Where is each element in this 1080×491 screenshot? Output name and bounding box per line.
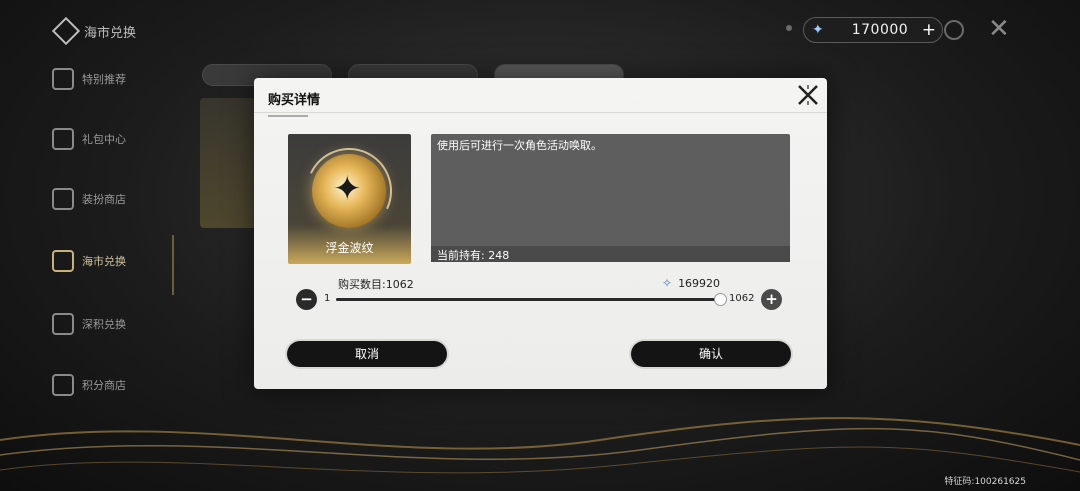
shield-icon <box>52 313 74 335</box>
currency-display: ✦ 170000 + <box>803 17 943 43</box>
nav-item-outfit[interactable]: 装扮商店 <box>52 188 126 210</box>
increase-quantity-button[interactable]: + <box>761 289 782 310</box>
decrease-quantity-button[interactable]: − <box>296 289 317 310</box>
slider-fill <box>336 298 720 301</box>
slider-min-label: 1 <box>324 293 331 304</box>
purchase-quantity: 购买数目:1062 <box>338 278 414 291</box>
total-cost: ✧ 169920 <box>662 276 721 290</box>
confirm-button[interactable]: 确认 <box>631 341 791 367</box>
slider-max-label: 1062 <box>729 293 755 304</box>
settings-icon[interactable] <box>944 20 964 40</box>
package-icon <box>52 128 74 150</box>
modal-divider-accent <box>268 115 308 117</box>
left-nav: 海市兑换 特别推荐 礼包中心 装扮商店 海市兑换 深积兑换 积分商店 <box>0 0 180 491</box>
close-icon[interactable]: ✕ <box>988 14 1010 44</box>
star-crystal-icon: ✦ <box>812 22 824 38</box>
currency-amount: 170000 <box>851 22 909 38</box>
star-crystal-icon: ✧ <box>662 276 673 290</box>
slider-handle[interactable] <box>714 293 727 306</box>
modal-divider <box>254 112 827 113</box>
exchange-icon <box>51 16 81 46</box>
cancel-button[interactable]: 取消 <box>287 341 447 367</box>
nav-item-deep[interactable]: 深积兑换 <box>52 313 126 335</box>
add-currency-button[interactable]: + <box>922 20 936 40</box>
quantity-slider[interactable] <box>336 293 727 306</box>
item-name: 浮金波纹 <box>325 241 374 255</box>
background-item-card <box>200 98 260 228</box>
indicator-dot <box>786 25 792 31</box>
modal-title: 购买详情 <box>268 93 321 108</box>
nav-item-points[interactable]: 积分商店 <box>52 374 126 396</box>
sparkle-icon: ✦ <box>333 169 362 209</box>
item-card: ✦ 浮金波纹 <box>288 134 411 264</box>
exchange-icon <box>52 250 74 272</box>
item-description-box: 使用后可进行一次角色活动唤取。 当前持有: 248 <box>431 134 790 262</box>
purchase-detail-modal: 购买详情 ✦ 浮金波纹 使用后可进行一次角色活动唤取。 当前持有: 248 购买… <box>254 78 827 389</box>
nav-title: 海市兑换 <box>51 16 136 46</box>
nav-item-gift-center[interactable]: 礼包中心 <box>52 128 126 150</box>
nav-item-exchange[interactable]: 海市兑换 <box>52 250 126 272</box>
outfit-icon <box>52 188 74 210</box>
modal-close-icon[interactable] <box>796 83 820 107</box>
item-description: 使用后可进行一次角色活动唤取。 <box>437 139 602 152</box>
player-id: 特征码:100261625 <box>944 477 1026 487</box>
nav-active-marker <box>172 235 174 295</box>
gift-icon <box>52 68 74 90</box>
holding-count: 当前持有: 248 <box>437 249 510 262</box>
nav-item-special[interactable]: 特别推荐 <box>52 68 126 90</box>
holding-row: 当前持有: 248 <box>431 246 790 262</box>
triangle-icon <box>52 374 74 396</box>
